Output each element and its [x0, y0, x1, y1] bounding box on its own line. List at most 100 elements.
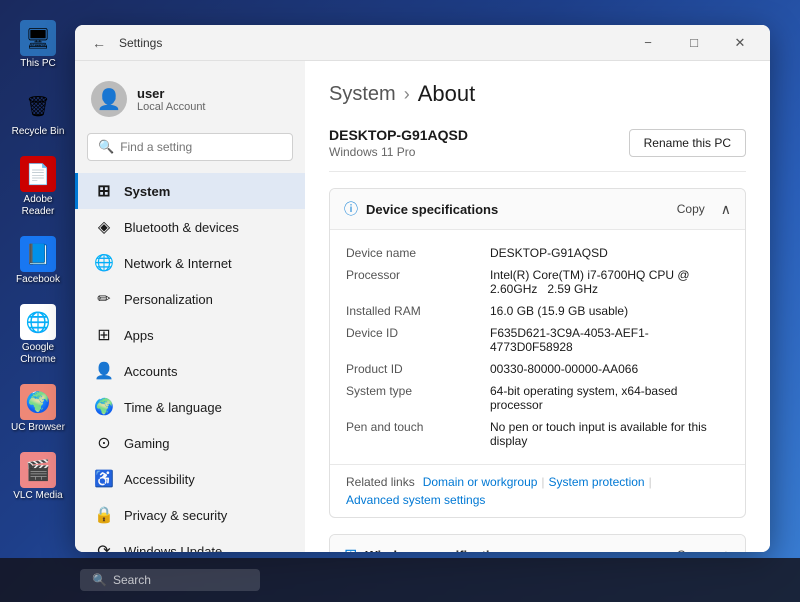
desktop-icon-vlc[interactable]: 🎬 VLC Media — [8, 452, 68, 502]
content-area: 👤 user Local Account 🔍 ⊞ System ◈ Blueto… — [75, 61, 770, 552]
spec-row-pen-touch: Pen and touch No pen or touch input is a… — [346, 416, 729, 452]
desktop-icon-recycle[interactable]: 🗑 Recycle Bin — [8, 88, 68, 138]
search-input[interactable] — [120, 140, 282, 154]
sidebar-item-privacy[interactable]: 🔒 Privacy & security — [75, 497, 305, 533]
rename-pc-button[interactable]: Rename this PC — [629, 129, 746, 157]
system-protection-link[interactable]: System protection — [549, 475, 645, 489]
taskbar-search-icon: 🔍 — [92, 573, 107, 587]
related-links-label: Related links — [346, 475, 415, 489]
sidebar-item-apps[interactable]: ⊞ Apps — [75, 317, 305, 353]
sidebar-item-label: Accounts — [124, 364, 177, 379]
settings-window: ← Settings − □ ✕ 👤 user Local Account 🔍 — [75, 25, 770, 552]
privacy-icon: 🔒 — [94, 505, 114, 525]
advanced-system-link[interactable]: Advanced system settings — [346, 493, 485, 507]
desktop-icon-chrome[interactable]: 🌐 Google Chrome — [8, 304, 68, 366]
apps-icon: ⊞ — [94, 325, 114, 345]
device-specs-header: ⓘ Device specifications Copy ∧ — [330, 189, 745, 230]
gaming-icon: ⊙ — [94, 433, 114, 453]
sidebar-item-label: System — [124, 184, 170, 199]
sidebar-item-time[interactable]: 🌍 Time & language — [75, 389, 305, 425]
system-icon: ⊞ — [94, 181, 114, 201]
sidebar-item-accounts[interactable]: 👤 Accounts — [75, 353, 305, 389]
windows-icon: ⊞ — [344, 545, 357, 552]
personalization-icon: ✏ — [94, 289, 114, 309]
copy-windows-specs-button[interactable]: Copy — [669, 545, 713, 552]
desktop-icon-facebook[interactable]: 📘 Facebook — [8, 236, 68, 286]
collapse-windows-specs-button[interactable]: ∧ — [721, 547, 731, 553]
windows-specs-header: ⊞ Windows specifications Copy ∧ — [330, 535, 745, 552]
title-bar: ← Settings − □ ✕ — [75, 25, 770, 61]
sidebar-item-label: Personalization — [124, 292, 213, 307]
sidebar-item-gaming[interactable]: ⊙ Gaming — [75, 425, 305, 461]
spec-row-product-id: Product ID 00330-80000-00000-AA066 — [346, 358, 729, 380]
minimize-button[interactable]: − — [626, 28, 670, 58]
sidebar-item-label: Gaming — [124, 436, 170, 451]
windows-specs-title: Windows specifications — [365, 548, 512, 553]
taskbar: 🔍 Search — [0, 558, 800, 602]
sidebar-item-accessibility[interactable]: ♿ Accessibility — [75, 461, 305, 497]
accessibility-icon: ♿ — [94, 469, 114, 489]
windows-specs-section: ⊞ Windows specifications Copy ∧ Edition … — [329, 534, 746, 552]
breadcrumb-separator: › — [404, 84, 410, 105]
sidebar-item-label: Time & language — [124, 400, 222, 415]
desktop-icon-ucbrowser[interactable]: 🌍 UC Browser — [8, 384, 68, 434]
spec-row-system-type: System type 64-bit operating system, x64… — [346, 380, 729, 416]
user-info: user Local Account — [137, 86, 206, 113]
spec-row-device-id: Device ID F635D621-3C9A-4053-AEF1-4773D0… — [346, 322, 729, 358]
device-specs-title: Device specifications — [366, 202, 498, 217]
avatar: 👤 — [91, 81, 127, 117]
sidebar: 👤 user Local Account 🔍 ⊞ System ◈ Blueto… — [75, 61, 305, 552]
spec-header-left: ⓘ Device specifications — [344, 199, 498, 219]
sidebar-item-label: Privacy & security — [124, 508, 227, 523]
copy-device-specs-button[interactable]: Copy — [669, 199, 713, 219]
sidebar-item-label: Accessibility — [124, 472, 195, 487]
spec-row-device-name: Device name DESKTOP-G91AQSD — [346, 242, 729, 264]
spec-row-processor: Processor Intel(R) Core(TM) i7-6700HQ CP… — [346, 264, 729, 300]
title-bar-left: ← Settings — [87, 31, 162, 55]
search-icon: 🔍 — [98, 139, 114, 155]
sidebar-item-system[interactable]: ⊞ System — [75, 173, 305, 209]
back-button[interactable]: ← — [87, 31, 111, 55]
close-button[interactable]: ✕ — [718, 28, 762, 58]
domain-workgroup-link[interactable]: Domain or workgroup — [423, 475, 538, 489]
desktop-icon-adobe[interactable]: 📄 Adobe Reader — [8, 156, 68, 218]
search-box[interactable]: 🔍 — [87, 133, 293, 161]
sidebar-item-bluetooth[interactable]: ◈ Bluetooth & devices — [75, 209, 305, 245]
pc-banner: DESKTOP-G91AQSD Windows 11 Pro Rename th… — [329, 127, 746, 172]
sidebar-item-label: Network & Internet — [124, 256, 232, 271]
related-links: Related links Domain or workgroup | Syst… — [330, 464, 745, 517]
win-spec-header-actions: Copy ∧ — [669, 545, 731, 552]
page-header: System › About — [329, 81, 746, 107]
sidebar-item-label: Windows Update — [124, 544, 222, 553]
info-icon: ⓘ — [344, 199, 358, 219]
collapse-device-specs-button[interactable]: ∧ — [721, 201, 731, 218]
page-title: About — [418, 81, 476, 107]
pc-os: Windows 11 Pro — [329, 145, 468, 159]
pc-info: DESKTOP-G91AQSD Windows 11 Pro — [329, 127, 468, 159]
spec-header-left-win: ⊞ Windows specifications — [344, 545, 513, 552]
spec-header-actions: Copy ∧ — [669, 199, 731, 219]
device-specs-body: Device name DESKTOP-G91AQSD Processor In… — [330, 230, 745, 464]
time-icon: 🌍 — [94, 397, 114, 417]
device-specs-section: ⓘ Device specifications Copy ∧ Device na… — [329, 188, 746, 518]
network-icon: 🌐 — [94, 253, 114, 273]
user-section: 👤 user Local Account — [75, 73, 305, 133]
sidebar-item-update[interactable]: ⟳ Windows Update — [75, 533, 305, 552]
desktop-icon-thispc[interactable]: 🖥 This PC — [8, 20, 68, 70]
sidebar-item-network[interactable]: 🌐 Network & Internet — [75, 245, 305, 281]
taskbar-search-label: Search — [113, 573, 151, 587]
desktop-icons: 🖥 This PC 🗑 Recycle Bin 📄 Adobe Reader 📘… — [8, 20, 68, 502]
spec-row-ram: Installed RAM 16.0 GB (15.9 GB usable) — [346, 300, 729, 322]
user-type: Local Account — [137, 101, 206, 113]
main-panel: System › About DESKTOP-G91AQSD Windows 1… — [305, 61, 770, 552]
breadcrumb-parent: System — [329, 83, 396, 106]
taskbar-search[interactable]: 🔍 Search — [80, 569, 260, 591]
sidebar-item-label: Apps — [124, 328, 154, 343]
pc-name: DESKTOP-G91AQSD — [329, 127, 468, 143]
window-title: Settings — [119, 36, 162, 50]
maximize-button[interactable]: □ — [672, 28, 716, 58]
accounts-icon: 👤 — [94, 361, 114, 381]
user-name: user — [137, 86, 206, 101]
sidebar-item-personalization[interactable]: ✏ Personalization — [75, 281, 305, 317]
window-controls: − □ ✕ — [626, 28, 762, 58]
